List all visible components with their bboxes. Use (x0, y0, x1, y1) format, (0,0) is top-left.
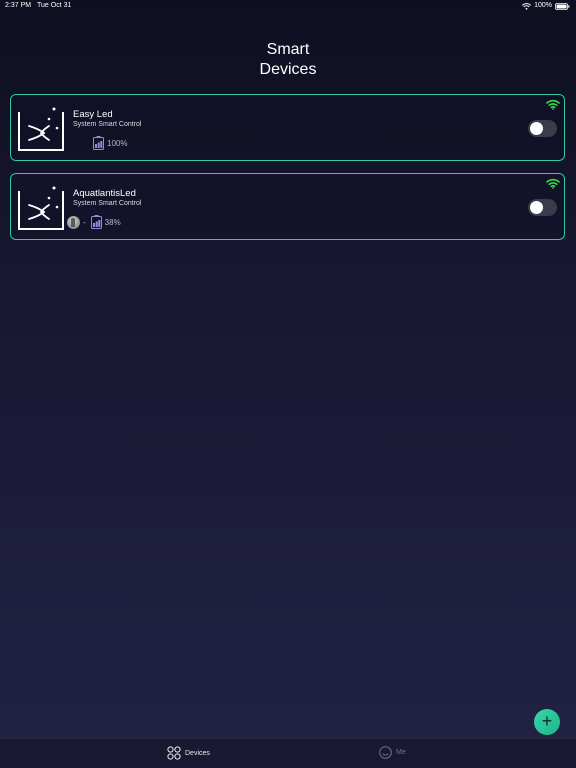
device-subtitle: System Smart Control (73, 121, 142, 128)
page-title: Smart Devices (0, 40, 576, 80)
tab-devices[interactable]: Devices (167, 746, 210, 760)
page-title-line1: Smart (266, 41, 310, 58)
wifi-icon (546, 99, 560, 110)
avatar (67, 215, 80, 229)
device-subtitle: System Smart Control (73, 200, 142, 207)
page-title-line2: Devices (259, 61, 317, 78)
battery-level-text: 38% (104, 217, 121, 227)
wifi-icon (546, 178, 560, 189)
status-date: Tue Oct 31 (37, 2, 72, 9)
aquarium-icon (18, 107, 64, 151)
tab-me-label: Me (396, 749, 406, 756)
battery-level-icon (90, 215, 102, 229)
device-name: AquatlantisLed (73, 188, 136, 199)
battery-level-icon (93, 136, 104, 150)
device-card-aquatlantis-led[interactable]: AquatlantisLed System Smart Control - 38… (10, 173, 565, 240)
device-meta: - 38% (67, 214, 121, 230)
avatar-dash: - (83, 217, 86, 227)
face-icon (379, 746, 392, 759)
device-power-toggle[interactable] (528, 120, 557, 137)
battery-level-text: 100% (107, 138, 128, 148)
battery-status-icon (555, 2, 570, 10)
aquarium-icon (18, 186, 64, 230)
status-indicators: 100% (522, 0, 570, 12)
device-power-toggle[interactable] (528, 199, 557, 216)
grid-icon (167, 746, 181, 760)
device-name: Easy Led (73, 109, 113, 120)
device-meta: 100% (93, 135, 127, 151)
add-device-button[interactable]: + (534, 709, 560, 735)
tab-bar: Devices Me (0, 738, 576, 768)
toggle-knob (530, 201, 543, 214)
toggle-knob (530, 122, 543, 135)
battery-percent: 100% (534, 2, 552, 9)
tab-devices-label: Devices (185, 749, 210, 757)
wifi-status-icon (522, 2, 532, 10)
status-time: 2:37 PM (5, 2, 32, 9)
device-card-easy-led[interactable]: Easy Led System Smart Control 100% (10, 94, 565, 161)
status-bar: 2:37 PM Tue Oct 31 100% (0, 0, 576, 12)
tab-me[interactable]: Me (379, 746, 406, 759)
